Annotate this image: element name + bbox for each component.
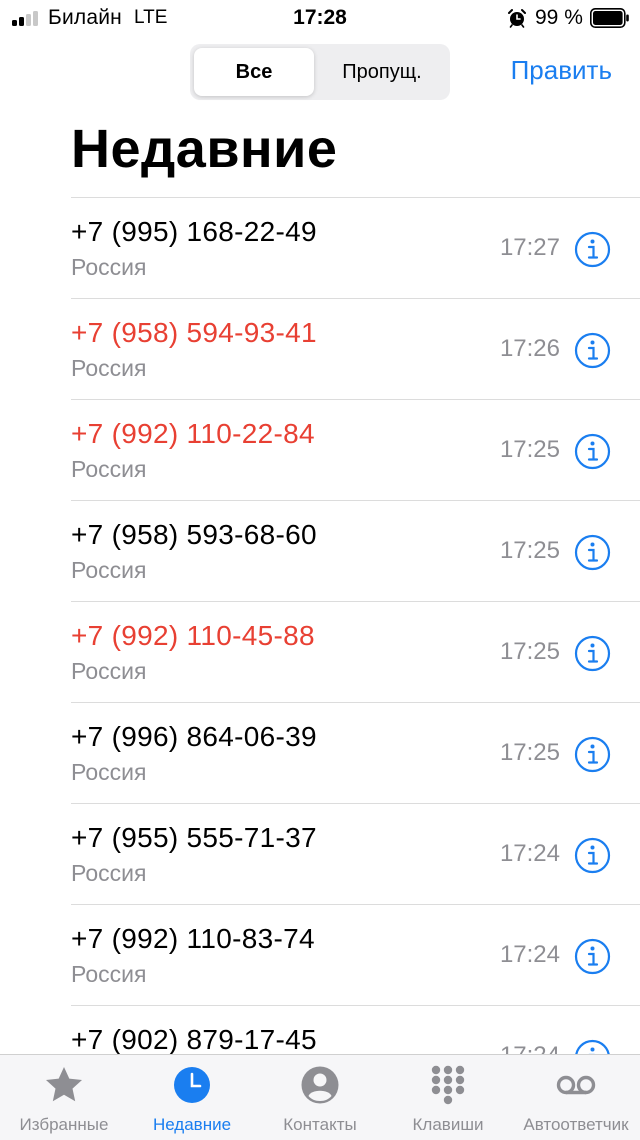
battery-icon bbox=[590, 8, 629, 28]
call-location: Россия bbox=[71, 860, 147, 886]
call-number: +7 (955) 555-71-37 bbox=[71, 822, 317, 853]
tab-favorites[interactable]: Избранные bbox=[0, 1055, 128, 1140]
call-time: 17:25 bbox=[499, 537, 560, 564]
edit-button[interactable]: Править bbox=[511, 55, 612, 86]
call-location: Россия bbox=[71, 557, 147, 583]
recents-filter-segmented-control: Все Пропущ. bbox=[190, 44, 450, 100]
call-row[interactable]: +7 (958) 594-93-41 Россия 17:26 bbox=[71, 298, 640, 399]
voicemail-icon bbox=[556, 1075, 596, 1095]
tab-recents[interactable]: Недавние bbox=[128, 1055, 256, 1140]
tab-contacts[interactable]: Контакты bbox=[256, 1055, 384, 1140]
call-location: Россия bbox=[71, 658, 147, 684]
tab-label: Избранные bbox=[19, 1115, 109, 1134]
call-time: 17:25 bbox=[499, 436, 560, 463]
keypad-icon bbox=[431, 1065, 465, 1105]
call-row[interactable]: +7 (992) 110-83-74 Россия 17:24 bbox=[71, 904, 640, 1005]
tab-label: Контакты bbox=[283, 1115, 357, 1134]
tab-voicemail[interactable]: Автоответчик bbox=[512, 1055, 640, 1140]
call-number: +7 (958) 593-68-60 bbox=[71, 519, 317, 550]
call-number: +7 (995) 168-22-49 bbox=[71, 216, 317, 247]
call-time: 17:24 bbox=[499, 840, 560, 867]
info-icon[interactable] bbox=[574, 837, 611, 874]
call-number: +7 (992) 110-83-74 bbox=[71, 923, 315, 954]
call-time: 17:25 bbox=[499, 638, 560, 665]
call-number: +7 (996) 864-06-39 bbox=[71, 721, 317, 752]
call-time: 17:27 bbox=[499, 234, 560, 261]
battery-percent: 99 % bbox=[535, 6, 583, 29]
info-icon[interactable] bbox=[574, 736, 611, 773]
call-location: Россия bbox=[71, 759, 147, 785]
person-icon bbox=[301, 1066, 339, 1104]
tab-keypad[interactable]: Клавиши bbox=[384, 1055, 512, 1140]
tab-label: Клавиши bbox=[412, 1115, 484, 1134]
call-number: +7 (902) 879-17-45 bbox=[71, 1024, 317, 1055]
tab-label: Автоответчик bbox=[523, 1115, 629, 1134]
info-icon[interactable] bbox=[574, 332, 611, 369]
call-time: 17:25 bbox=[499, 739, 560, 766]
call-row[interactable]: +7 (958) 593-68-60 Россия 17:25 bbox=[71, 500, 640, 601]
call-row[interactable]: +7 (996) 864-06-39 Россия 17:25 bbox=[71, 702, 640, 803]
tab-bar: Избранные Недавние Контакты Клавиши Авто… bbox=[0, 1054, 640, 1140]
info-icon[interactable] bbox=[574, 433, 611, 470]
tab-label: Недавние bbox=[152, 1115, 232, 1134]
call-location: Россия bbox=[71, 456, 147, 482]
call-row[interactable]: +7 (992) 110-22-84 Россия 17:25 bbox=[71, 399, 640, 500]
call-number: +7 (958) 594-93-41 bbox=[71, 317, 317, 348]
call-row[interactable]: +7 (955) 555-71-37 Россия 17:24 bbox=[71, 803, 640, 904]
call-row[interactable]: +7 (995) 168-22-49 Россия 17:27 bbox=[71, 197, 640, 298]
info-icon[interactable] bbox=[574, 635, 611, 672]
clock-icon bbox=[174, 1067, 210, 1103]
alarm-icon bbox=[508, 9, 526, 28]
call-time: 17:26 bbox=[499, 335, 560, 362]
info-icon[interactable] bbox=[574, 938, 611, 975]
segment-all[interactable]: Все bbox=[194, 48, 314, 96]
page-title: Недавние bbox=[71, 119, 338, 179]
info-icon[interactable] bbox=[574, 231, 611, 268]
call-number: +7 (992) 110-45-88 bbox=[71, 620, 315, 651]
call-location: Россия bbox=[71, 961, 147, 987]
call-row[interactable]: +7 (992) 110-45-88 Россия 17:25 bbox=[71, 601, 640, 702]
call-location: Россия bbox=[71, 254, 147, 280]
call-number: +7 (992) 110-22-84 bbox=[71, 418, 315, 449]
info-icon[interactable] bbox=[574, 534, 611, 571]
recent-calls-list: +7 (995) 168-22-49 Россия 17:27 +7 (958)… bbox=[0, 197, 640, 1106]
call-location: Россия bbox=[71, 355, 147, 381]
call-time: 17:24 bbox=[499, 941, 560, 968]
star-icon bbox=[46, 1067, 82, 1102]
segment-missed[interactable]: Пропущ. bbox=[318, 48, 446, 96]
status-bar: Билайн LTE 17:28 99 % bbox=[0, 0, 640, 38]
